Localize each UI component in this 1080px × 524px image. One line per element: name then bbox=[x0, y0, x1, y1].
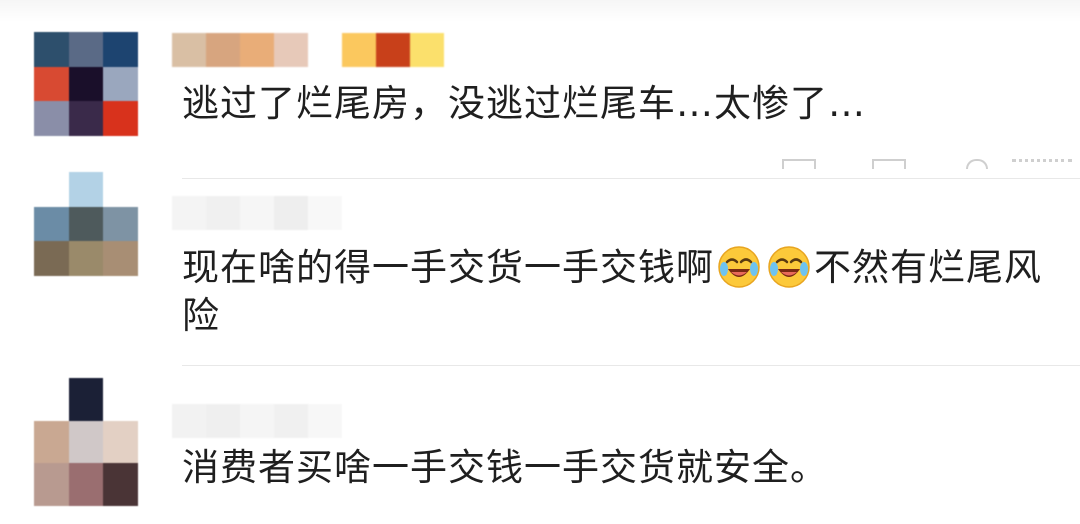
more-icon[interactable] bbox=[1012, 159, 1072, 169]
username-mosaic-block bbox=[342, 33, 376, 67]
avatar-mosaic-pixel bbox=[103, 101, 138, 136]
username-blurred[interactable] bbox=[172, 404, 342, 438]
comment-list: 逃过了烂尾房，没逃过烂尾车…太惨了… 现在啥的得一手交货一手交钱啊 不然有烂尾风… bbox=[0, 0, 1080, 524]
avatar[interactable] bbox=[34, 172, 138, 310]
avatar-mosaic-pixel bbox=[34, 66, 69, 102]
top-edge bbox=[0, 0, 1080, 22]
avatar[interactable] bbox=[34, 378, 138, 506]
avatar-mosaic-pixel bbox=[103, 378, 138, 421]
avatar-mosaic-pixel bbox=[34, 463, 69, 506]
username-mosaic-block bbox=[172, 404, 206, 438]
avatar-mosaic-pixel bbox=[68, 241, 104, 276]
avatar-mosaic-pixel bbox=[68, 66, 104, 102]
laughing-crying-emoji-icon bbox=[768, 246, 810, 288]
avatar-mosaic-pixel bbox=[34, 241, 69, 276]
avatar-mosaic-pixel bbox=[68, 32, 104, 67]
username-mosaic-block bbox=[308, 33, 342, 67]
avatar-mosaic-pixel bbox=[103, 420, 138, 464]
comment-text-content: 逃过了烂尾房，没逃过烂尾车…太惨了… bbox=[182, 82, 866, 125]
username-mosaic-block bbox=[274, 196, 308, 230]
avatar-mosaic-pixel bbox=[68, 101, 104, 136]
username-mosaic-block bbox=[274, 33, 308, 67]
username-mosaic-block bbox=[240, 404, 274, 438]
avatar-mosaic-pixel bbox=[103, 66, 138, 102]
like-icon[interactable] bbox=[966, 159, 988, 169]
share-icon[interactable] bbox=[872, 159, 906, 169]
avatar-mosaic-pixel bbox=[34, 378, 69, 421]
avatar-mosaic-pixel bbox=[103, 206, 138, 241]
username-blurred[interactable] bbox=[172, 196, 342, 230]
username-mosaic-block bbox=[172, 33, 206, 67]
avatar-mosaic-pixel bbox=[68, 172, 104, 207]
avatar-mosaic-pixel bbox=[103, 172, 138, 207]
avatar-mosaic-pixel bbox=[68, 378, 104, 421]
divider bbox=[182, 365, 1080, 366]
comment-text-content: 现在啥的得一手交货一手交钱啊 bbox=[182, 246, 714, 289]
avatar-mosaic-pixel bbox=[103, 241, 138, 276]
username-blurred[interactable] bbox=[172, 33, 444, 67]
avatar-mosaic-pixel bbox=[34, 101, 69, 136]
username-mosaic-block bbox=[206, 33, 240, 67]
divider bbox=[182, 178, 1080, 179]
comment-text: 逃过了烂尾房，没逃过烂尾车…太惨了… bbox=[182, 80, 1062, 128]
username-mosaic-block bbox=[308, 196, 342, 230]
username-mosaic-block bbox=[172, 196, 206, 230]
username-mosaic-block bbox=[308, 404, 342, 438]
username-mosaic-block bbox=[240, 196, 274, 230]
avatar-mosaic-pixel bbox=[34, 206, 69, 241]
username-mosaic-block bbox=[410, 33, 444, 67]
avatar-mosaic-pixel bbox=[68, 463, 104, 506]
comment-text-content: 消费者买啥一手交钱一手交货就安全。 bbox=[182, 446, 828, 489]
avatar-mosaic-pixel bbox=[68, 206, 104, 241]
username-mosaic-block bbox=[376, 33, 410, 67]
avatar-mosaic-pixel bbox=[103, 463, 138, 506]
avatar-mosaic-pixel bbox=[34, 32, 69, 67]
comment-text: 现在啥的得一手交货一手交钱啊 不然有烂尾风险 bbox=[182, 244, 1062, 340]
username-mosaic-block bbox=[206, 196, 240, 230]
avatar-mosaic-pixel bbox=[34, 420, 69, 464]
avatar-mosaic-pixel bbox=[68, 420, 104, 464]
username-mosaic-block bbox=[206, 404, 240, 438]
reply-icon[interactable] bbox=[782, 159, 816, 169]
laughing-crying-emoji-icon bbox=[718, 246, 760, 288]
username-mosaic-block bbox=[240, 33, 274, 67]
avatar-mosaic-pixel bbox=[103, 32, 138, 67]
comment-actions bbox=[760, 155, 1080, 169]
avatar-mosaic-pixel bbox=[34, 172, 69, 207]
username-mosaic-block bbox=[274, 404, 308, 438]
avatar[interactable] bbox=[34, 32, 138, 136]
comment-text: 消费者买啥一手交钱一手交货就安全。 bbox=[182, 444, 1062, 492]
